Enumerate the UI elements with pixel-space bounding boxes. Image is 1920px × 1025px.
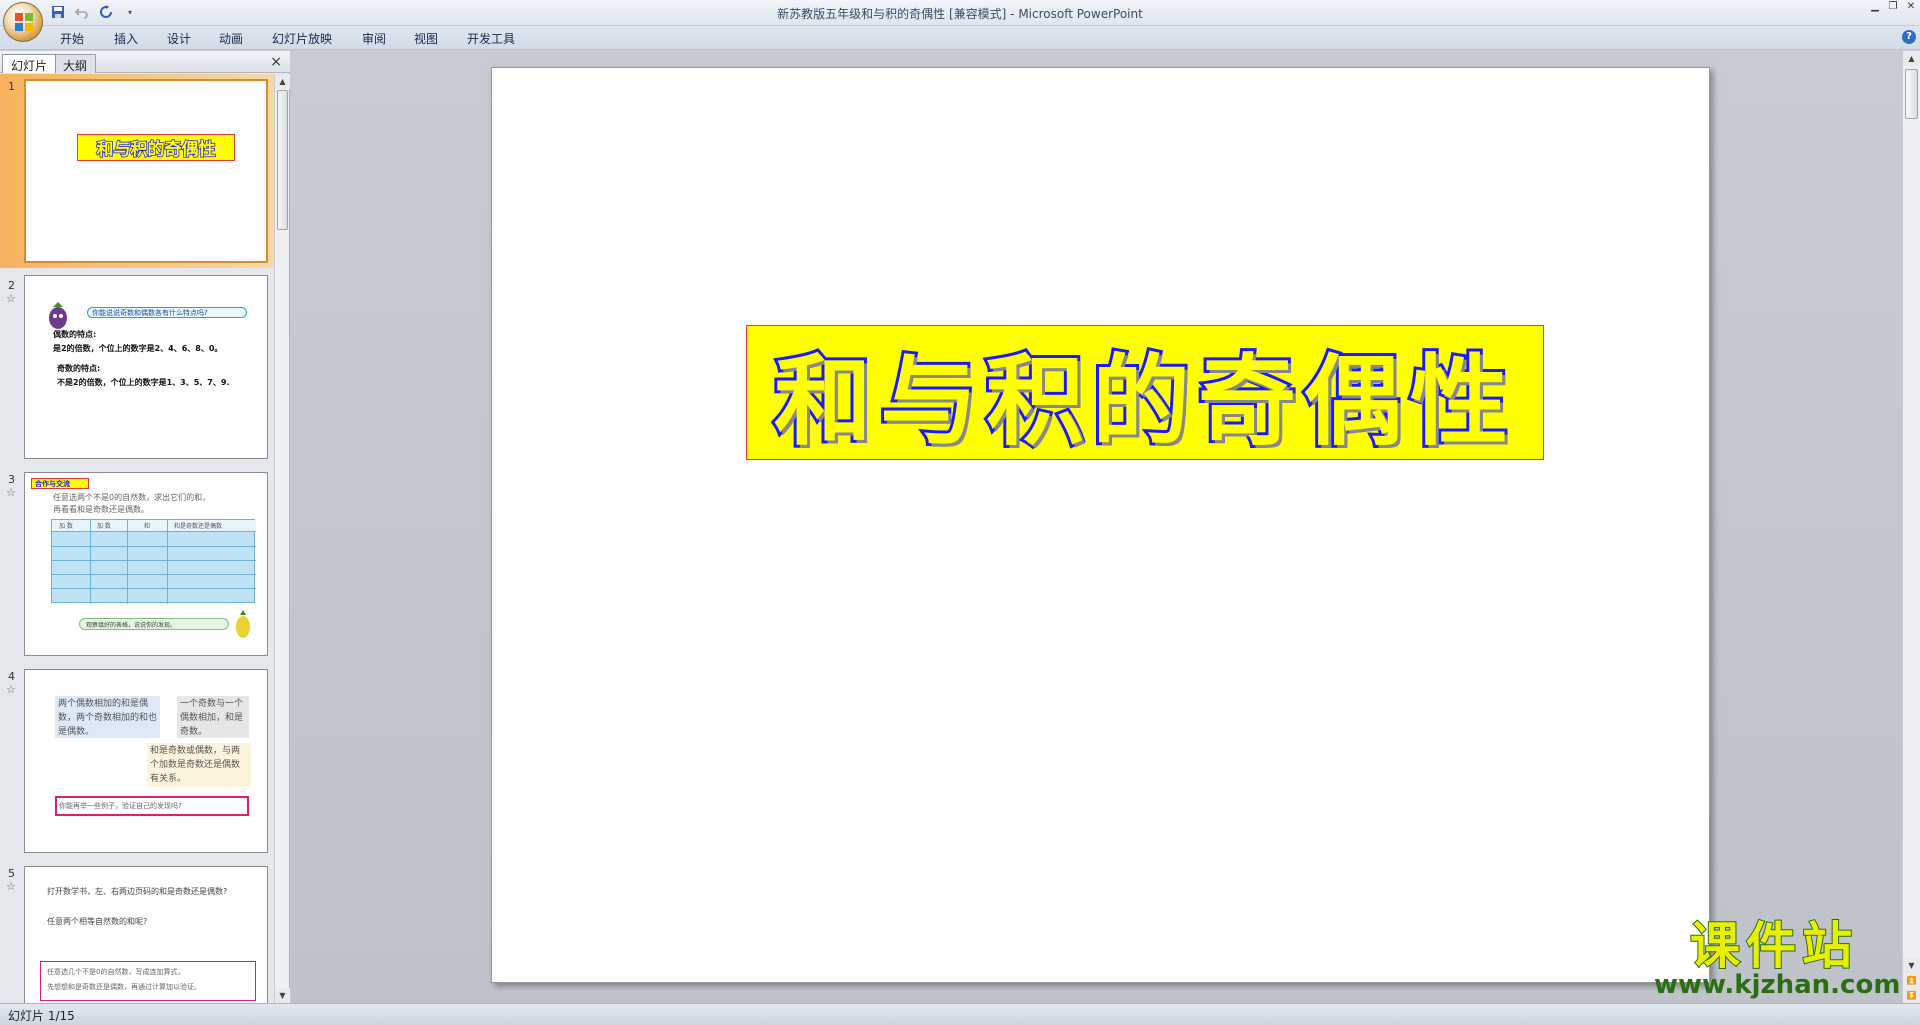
odd-text: 不是2的倍数，个位上的数字是1、3、5、7、9. bbox=[57, 378, 230, 387]
thumbnail-preview: 和与积的奇偶性 bbox=[24, 79, 268, 263]
thumbnail-slide-3[interactable]: 3 ☆ 合作与交流 任意选两个不是0的自然数，求出它们的和， 再看看和是奇数还是… bbox=[0, 467, 275, 663]
watermark-chinese: 课件站 bbox=[1689, 917, 1858, 975]
document-title: 新苏教版五年级和与积的奇偶性 [兼容模式] bbox=[777, 7, 1007, 21]
title-bar: ▾ 新苏教版五年级和与积的奇偶性 [兼容模式] - Microsoft Powe… bbox=[0, 0, 1920, 26]
office-button[interactable] bbox=[3, 2, 43, 42]
thumbnail-number: 2 bbox=[8, 279, 15, 292]
thumbnail-preview: 打开数学书，左、右两边页码的和是奇数还是偶数? 任意两个相等自然数的和呢? 任意… bbox=[24, 866, 268, 1003]
thumbnail-box: 任意选几个不是0的自然数，写成连加算式， 先想想和是奇数还是偶数，再通过计算加以… bbox=[40, 961, 256, 1001]
thumbnail-table: 加 数 加 数 和 和是奇数还是偶数 bbox=[51, 519, 256, 604]
even-text: 是2的倍数，个位上的数字是2、4、6、8、0。 bbox=[53, 344, 223, 353]
minimize-icon[interactable]: ▁ bbox=[1868, 1, 1882, 13]
thumbnail-box-3: 和是奇数或偶数，与两个加数是奇数还是偶数有关系。 bbox=[147, 743, 251, 787]
thumbnail-slide-4[interactable]: 4 ☆ 两个偶数相加的和是偶数，两个奇数相加的和也是偶数。 一个奇数与一个偶数相… bbox=[0, 664, 275, 860]
help-icon[interactable]: ? bbox=[1902, 30, 1916, 44]
office-logo-icon bbox=[15, 13, 33, 31]
window-title: 新苏教版五年级和与积的奇偶性 [兼容模式] - Microsoft PowerP… bbox=[0, 5, 1920, 22]
thumbnails-scrollbar[interactable]: ▲ ▼ bbox=[274, 74, 290, 1003]
thumbnail-slide-2[interactable]: 2 ☆ 你能说说奇数和偶数各有什么特点吗? 偶数的特点: 是2的倍数，个位上的数… bbox=[0, 270, 275, 466]
slide-indicator: 幻灯片 1/15 bbox=[8, 1009, 75, 1023]
thumbnail-box-2: 一个奇数与一个偶数相加，和是奇数。 bbox=[177, 696, 249, 738]
close-icon[interactable]: ✕ bbox=[1904, 1, 1918, 13]
tab-outline[interactable]: 大纲 bbox=[54, 54, 97, 73]
tab-animations[interactable]: 动画 bbox=[219, 30, 243, 47]
status-bar: 幻灯片 1/15 bbox=[0, 1003, 1920, 1025]
odd-heading: 奇数的特点: bbox=[57, 364, 101, 373]
scroll-down-icon[interactable]: ▼ bbox=[1903, 958, 1920, 973]
scroll-up-icon[interactable]: ▲ bbox=[275, 74, 290, 89]
tab-slides[interactable]: 幻灯片 bbox=[2, 54, 57, 73]
thumbnail-preview: 两个偶数相加的和是偶数，两个奇数相加的和也是偶数。 一个奇数与一个偶数相加，和是… bbox=[24, 669, 268, 853]
animation-star-icon: ☆ bbox=[6, 880, 16, 893]
pane-close-icon[interactable]: × bbox=[270, 54, 282, 70]
animation-star-icon: ☆ bbox=[6, 292, 16, 305]
watermark-logo: 课件站 www.kjzhan.com bbox=[1654, 917, 1901, 1000]
thumbnail-title: 和与积的奇偶性 bbox=[96, 139, 217, 161]
thumbnail-box-1: 两个偶数相加的和是偶数，两个奇数相加的和也是偶数。 bbox=[55, 696, 160, 738]
thumbnail-number: 1 bbox=[8, 80, 15, 93]
tab-slideshow[interactable]: 幻灯片放映 bbox=[272, 30, 332, 47]
scroll-down-icon[interactable]: ▼ bbox=[275, 988, 290, 1003]
watermark-url: www.kjzhan.com bbox=[1654, 970, 1901, 1000]
tab-design[interactable]: 设计 bbox=[167, 30, 191, 47]
thumbnail-title-box: 和与积的奇偶性 bbox=[77, 134, 235, 161]
title-separator: - bbox=[1006, 7, 1019, 21]
scroll-up-icon[interactable]: ▲ bbox=[1903, 51, 1920, 66]
scroll-thumb[interactable] bbox=[1905, 69, 1918, 119]
thumbnail-slide-1[interactable]: 1 和与积的奇偶性 bbox=[0, 74, 275, 268]
window-controls: ▁ ❐ ✕ bbox=[1868, 1, 1918, 13]
even-heading: 偶数的特点: bbox=[53, 330, 97, 339]
thumbnail-number: 5 bbox=[8, 867, 15, 880]
app-name: Microsoft PowerPoint bbox=[1018, 7, 1143, 21]
thumbnail-number: 3 bbox=[8, 473, 15, 486]
thumbnail-bubble: 你能说说奇数和偶数各有什么特点吗? bbox=[87, 307, 247, 318]
thumbnail-box-4: 你能再举一些例子，验证自己的发现吗? bbox=[55, 796, 249, 816]
previous-slide-icon[interactable]: ⏫ bbox=[1903, 973, 1920, 988]
tab-review[interactable]: 审阅 bbox=[362, 30, 386, 47]
pane-tabs: 幻灯片 大纲 × bbox=[0, 51, 290, 73]
next-slide-icon[interactable]: ⏬ bbox=[1903, 988, 1920, 1003]
current-slide[interactable]: 和与积的奇偶性 bbox=[491, 67, 1710, 983]
animation-star-icon: ☆ bbox=[6, 486, 16, 499]
thumbnail-bubble: 观察填好的表格，说说你的发现。 bbox=[79, 618, 229, 630]
slide-title: 和与积的奇偶性 bbox=[771, 342, 1516, 462]
thumbnail-preview: 你能说说奇数和偶数各有什么特点吗? 偶数的特点: 是2的倍数，个位上的数字是2、… bbox=[24, 275, 268, 459]
restore-icon[interactable]: ❐ bbox=[1886, 1, 1900, 13]
animation-star-icon: ☆ bbox=[6, 683, 16, 696]
thumbnail-list: 1 和与积的奇偶性 2 ☆ 你能说说奇数和偶数各有什么特点吗? 偶数的特点: 是… bbox=[0, 74, 275, 1003]
slide-editing-area: 和与积的奇偶性 bbox=[291, 51, 1902, 1003]
tab-insert[interactable]: 插入 bbox=[114, 30, 138, 47]
slide-title-box[interactable]: 和与积的奇偶性 bbox=[746, 325, 1544, 462]
tab-developer[interactable]: 开发工具 bbox=[467, 30, 515, 47]
scroll-thumb[interactable] bbox=[277, 90, 288, 230]
thumbnail-label-box: 合作与交流 bbox=[31, 478, 89, 489]
thumbnail-number: 4 bbox=[8, 670, 15, 683]
pepper-icon bbox=[236, 610, 250, 638]
thumbnail-slide-5[interactable]: 5 ☆ 打开数学书，左、右两边页码的和是奇数还是偶数? 任意两个相等自然数的和呢… bbox=[0, 861, 275, 1003]
slides-pane: 幻灯片 大纲 × 1 和与积的奇偶性 2 ☆ 你能说说奇数和偶数各有什么特点吗?… bbox=[0, 51, 290, 1003]
tab-view[interactable]: 视图 bbox=[414, 30, 438, 47]
eggplant-icon bbox=[49, 302, 67, 329]
slide-scrollbar[interactable]: ▲ ▼ ⏫ ⏬ bbox=[1902, 51, 1920, 1003]
tab-home[interactable]: 开始 bbox=[60, 30, 84, 47]
thumbnail-preview: 合作与交流 任意选两个不是0的自然数，求出它们的和， 再看看和是奇数还是偶数。 … bbox=[24, 472, 268, 656]
ribbon-tabs: 开始 插入 设计 动画 幻灯片放映 审阅 视图 开发工具 ? bbox=[0, 26, 1920, 50]
